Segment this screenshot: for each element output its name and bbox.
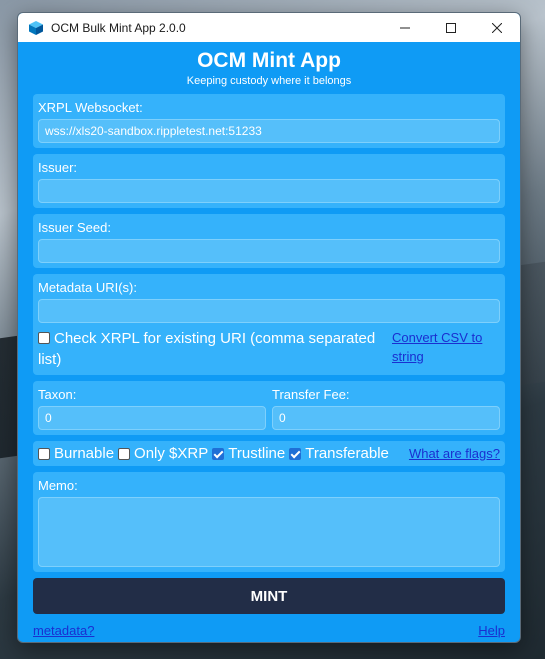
only-xrp-label: Only $XRP: [134, 445, 209, 462]
mint-button[interactable]: MINT: [33, 578, 505, 614]
close-button[interactable]: [474, 13, 520, 42]
only-xrp-checkbox[interactable]: [118, 447, 131, 460]
help-link[interactable]: Help: [478, 623, 505, 638]
app-window: OCM Bulk Mint App 2.0.0 OCM Mint App Kee…: [17, 12, 521, 643]
window-title: OCM Bulk Mint App 2.0.0: [51, 20, 186, 35]
footer: metadata? Help: [33, 623, 505, 638]
metadata-panel: Metadata URI(s): Check XRPL for existing…: [33, 274, 505, 375]
app-content: OCM Mint App Keeping custody where it be…: [18, 49, 520, 638]
issuer-seed-input[interactable]: [38, 239, 500, 263]
close-icon: [492, 22, 502, 33]
transfer-fee-label: Transfer Fee:: [272, 387, 350, 402]
maximize-button[interactable]: [428, 13, 474, 42]
convert-csv-link[interactable]: Convert CSV to string: [392, 330, 482, 364]
issuer-seed-label: Issuer Seed:: [38, 220, 111, 235]
minimize-icon: [400, 27, 410, 28]
websocket-label: XRPL Websocket:: [38, 100, 143, 115]
check-existing-uri-checkbox[interactable]: [38, 332, 50, 344]
transfer-fee-input[interactable]: 0: [272, 406, 500, 430]
burnable-checkbox[interactable]: [38, 447, 50, 460]
flags-help-link[interactable]: What are flags?: [409, 446, 500, 461]
transferable-label: Transferable: [305, 445, 389, 462]
transferable-checkbox[interactable]: [289, 447, 302, 460]
app-cube-icon: [29, 20, 43, 35]
metadata-uri-input[interactable]: [38, 299, 500, 323]
websocket-input[interactable]: wss://xls20-sandbox.rippletest.net:51233: [38, 119, 500, 143]
metadata-label: Metadata URI(s):: [38, 280, 137, 295]
websocket-panel: XRPL Websocket: wss://xls20-sandbox.ripp…: [33, 94, 505, 148]
issuer-panel: Issuer:: [33, 154, 505, 208]
issuer-input[interactable]: [38, 179, 500, 203]
memo-panel: Memo:: [33, 472, 505, 572]
app-subtitle: Keeping custody where it belongs: [186, 75, 352, 87]
issuer-seed-panel: Issuer Seed:: [33, 214, 505, 268]
memo-label: Memo:: [38, 478, 78, 493]
memo-textarea[interactable]: [38, 497, 500, 567]
taxon-fee-panel: Taxon: 0 Transfer Fee: 0: [33, 381, 505, 435]
burnable-label: Burnable: [54, 445, 115, 462]
flags-panel: Burnable Only $XRP Trustline Transferabl…: [33, 441, 505, 466]
check-existing-uri-label: Check XRPL for existing URI (comma separ…: [38, 330, 376, 368]
metadata-help-link[interactable]: metadata?: [33, 623, 94, 638]
trustline-label: Trustline: [228, 445, 286, 462]
maximize-icon: [446, 22, 456, 33]
taxon-input[interactable]: 0: [38, 406, 266, 430]
title-bar: OCM Bulk Mint App 2.0.0: [18, 13, 520, 42]
trustline-checkbox[interactable]: [212, 447, 225, 460]
taxon-label: Taxon:: [38, 387, 77, 402]
issuer-label: Issuer:: [38, 160, 78, 175]
app-title: OCM Mint App: [197, 49, 341, 72]
minimize-button[interactable]: [382, 13, 428, 42]
